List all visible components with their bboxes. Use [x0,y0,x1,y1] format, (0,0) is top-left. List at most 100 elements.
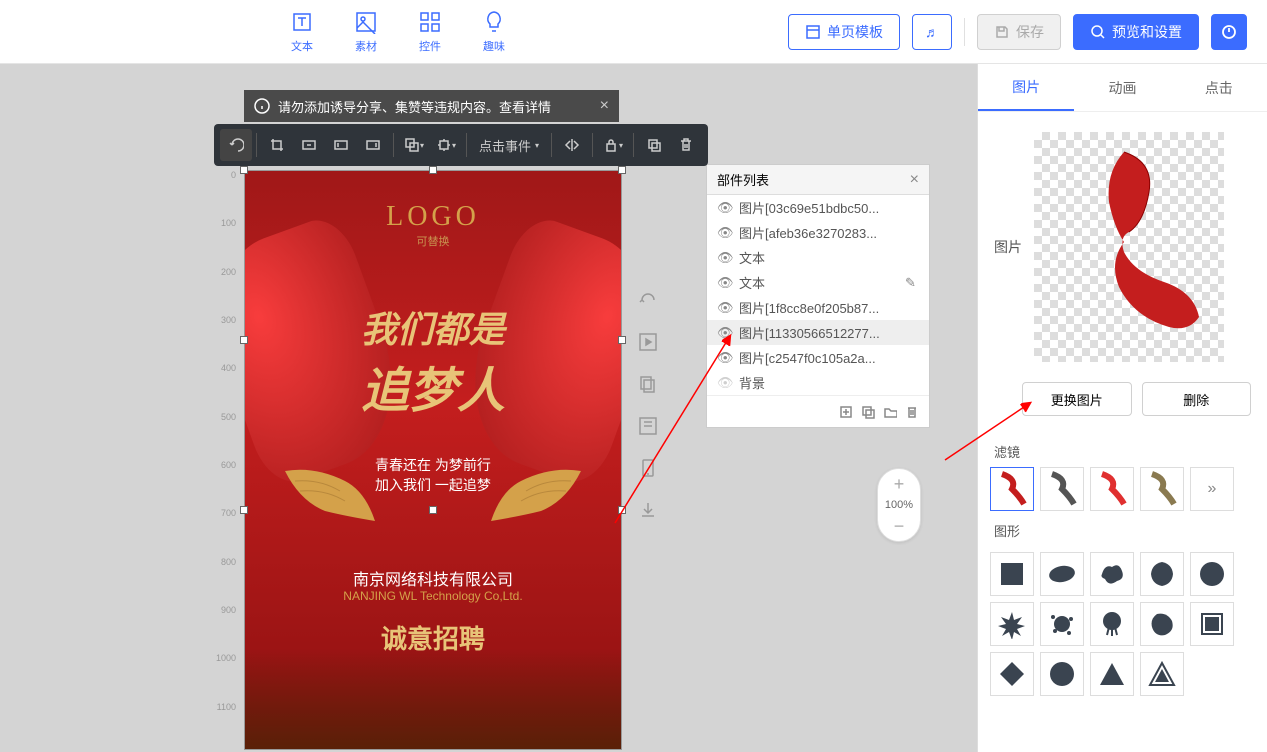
separator [633,133,634,157]
tab-animation[interactable]: 动画 [1074,64,1170,111]
template-list-button[interactable] [638,416,658,436]
list-item[interactable]: 👁图片[1f8cc8e0f205b87... [707,295,929,320]
template-button[interactable]: 单页模板 [788,14,900,50]
rotate-button[interactable] [220,129,252,161]
align-button[interactable]: ▾ [430,129,462,161]
shape-stamp[interactable] [1190,602,1234,646]
filter-red[interactable] [1090,467,1134,511]
visibility-icon[interactable]: 👁 [717,300,731,316]
fit-left-button[interactable] [325,129,357,161]
folder-icon[interactable] [883,405,897,419]
visibility-icon[interactable]: 👁 [717,275,731,291]
zoom-out-button[interactable]: − [894,517,905,535]
visibility-icon[interactable]: 👁 [717,225,731,241]
power-button[interactable] [1211,14,1247,50]
shape-blob1[interactable] [1140,552,1184,596]
crop-button[interactable] [261,129,293,161]
tool-widget[interactable]: 控件 [418,10,442,54]
handle-n[interactable] [429,166,437,174]
visibility-icon[interactable]: 👁 [717,250,731,266]
trash-icon[interactable] [905,405,919,419]
shape-splat1[interactable] [1090,552,1134,596]
image-preview[interactable] [1034,132,1224,362]
handle-s[interactable] [429,506,437,514]
shape-diamond[interactable] [990,652,1034,696]
mobile-button[interactable] [638,458,658,478]
handle-se[interactable] [618,506,626,514]
copy-icon[interactable] [861,405,875,419]
lock-button[interactable]: ▾ [597,129,629,161]
filter-row: » [978,467,1267,511]
visibility-icon[interactable]: 👁 [717,200,731,216]
shape-drip[interactable] [1090,602,1134,646]
preview-button[interactable]: 预览和设置 [1073,14,1199,50]
popup-header[interactable]: 部件列表 × [707,165,929,195]
replace-image-button[interactable]: 更换图片 [1022,382,1132,416]
filter-original[interactable] [990,467,1034,511]
music-button[interactable]: ♬ [912,14,952,50]
filter-more[interactable]: » [1190,467,1234,511]
copy-page-button[interactable] [638,374,658,394]
delete-button[interactable] [670,129,702,161]
canvas-company-cn[interactable]: 南京网络科技有限公司 [245,566,621,590]
shape-brush1[interactable] [1040,552,1084,596]
visibility-icon[interactable]: 👁 [717,325,731,341]
handle-sw[interactable] [240,506,248,514]
shape-triangle2[interactable] [1140,652,1184,696]
list-item[interactable]: 👁图片[03c69e51bdbc50... [707,195,929,220]
shape-blob2[interactable] [1140,602,1184,646]
list-item[interactable]: 👁文本✎ [707,270,929,295]
visibility-icon[interactable]: 👁 [717,350,731,366]
handle-w[interactable] [240,336,248,344]
zoom-in-button[interactable]: + [894,475,905,493]
list-item[interactable]: 👁图片[afeb36e3270283... [707,220,929,245]
shape-splat2[interactable] [1040,602,1084,646]
separator [256,133,257,157]
shape-square[interactable] [990,552,1034,596]
crop-icon [269,137,285,153]
shape-triangle[interactable] [1090,652,1134,696]
flip-h-button[interactable] [556,129,588,161]
top-toolbar: 文本 素材 控件 趣味 单页模板 ♬ 保存 预览和设置 [0,0,1267,64]
delete-image-button[interactable]: 删除 [1142,382,1252,416]
canvas-company-en[interactable]: NANJING WL Technology Co,Ltd. [245,589,621,603]
layer-button[interactable]: ▾ [398,129,430,161]
download-button[interactable] [638,500,658,520]
list-item-selected[interactable]: 👁图片[11330566512277... [707,320,929,345]
warning-close[interactable]: × [600,97,609,115]
click-event-dropdown[interactable]: 点击事件 ▾ [471,136,547,155]
fit-width-button[interactable] [293,129,325,161]
list-item[interactable]: 👁文本 [707,245,929,270]
tab-image[interactable]: 图片 [978,64,1074,111]
ruler-tick: 700 [200,508,240,556]
undo-button[interactable] [638,290,658,310]
fit-right-button[interactable] [357,129,389,161]
copy-button[interactable] [638,129,670,161]
play-button[interactable] [638,332,658,352]
image-label: 图片 [994,237,1022,257]
edit-icon[interactable]: ✎ [905,275,919,291]
tab-click[interactable]: 点击 [1171,64,1267,111]
filter-sepia[interactable] [1140,467,1184,511]
tool-text[interactable]: 文本 [290,10,314,54]
add-icon[interactable] [839,405,853,419]
handle-ne[interactable] [618,166,626,174]
visibility-icon[interactable]: 👁 [717,375,731,391]
text-icon [290,10,314,34]
handle-e[interactable] [618,336,626,344]
filter-thumb [1042,469,1082,509]
shape-burst[interactable] [990,602,1034,646]
shape-circle2[interactable] [1040,652,1084,696]
filter-gray[interactable] [1040,467,1084,511]
ribbon-preview [1074,142,1214,342]
shape-circle[interactable] [1190,552,1234,596]
popup-close[interactable]: × [910,171,919,189]
canvas-runners[interactable] [245,649,621,749]
tool-material[interactable]: 素材 [354,10,378,54]
save-label: 保存 [1016,22,1044,42]
list-item[interactable]: 👁图片[c2547f0c105a2a... [707,345,929,370]
list-item[interactable]: 👁背景 [707,370,929,395]
handle-nw[interactable] [240,166,248,174]
tool-fun[interactable]: 趣味 [482,10,506,54]
copy-icon [646,137,662,153]
